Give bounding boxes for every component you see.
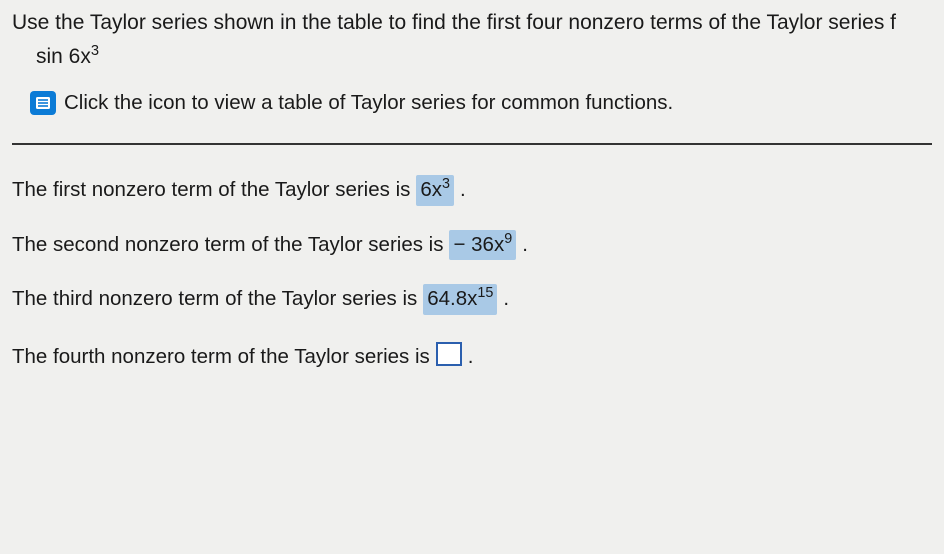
table-link-row: Click the icon to view a table of Taylor… [12, 91, 932, 115]
answer-2-value: − 36x9 [449, 230, 516, 261]
answer-line-3: The third nonzero term of the Taylor ser… [12, 284, 932, 315]
table-link-text[interactable]: Click the icon to view a table of Taylor… [64, 91, 673, 115]
period-4: . [468, 343, 474, 372]
expr-exponent: 3 [91, 43, 99, 59]
answer-3-base: 64.8x [427, 287, 477, 310]
expr-prefix: sin 6x [36, 45, 91, 68]
answer-4-input[interactable] [436, 342, 462, 366]
answer-1-value: 6x3 [416, 175, 454, 206]
expression: sin 6x3 [12, 42, 932, 72]
answer-2-base: 36x [471, 233, 504, 256]
answer-line-1: The first nonzero term of the Taylor ser… [12, 175, 932, 206]
instruction-text: Use the Taylor series shown in the table… [12, 8, 932, 73]
answer-2-prefix: The second nonzero term of the Taylor se… [12, 231, 443, 260]
answer-1-exp: 3 [442, 176, 450, 192]
period-3: . [503, 285, 509, 314]
problem-container: Use the Taylor series shown in the table… [0, 0, 944, 404]
separator [12, 143, 932, 145]
answer-line-4: The fourth nonzero term of the Taylor se… [12, 339, 932, 372]
answer-3-prefix: The third nonzero term of the Taylor ser… [12, 285, 417, 314]
instruction-line: Use the Taylor series shown in the table… [12, 11, 896, 34]
answer-2-exp: 9 [504, 231, 512, 247]
period-1: . [460, 176, 466, 205]
table-icon[interactable] [30, 91, 56, 115]
answer-3-exp: 15 [477, 285, 493, 301]
answer-1-base: 6x [420, 178, 442, 201]
answer-2-sign: − [453, 233, 471, 256]
answer-4-prefix: The fourth nonzero term of the Taylor se… [12, 343, 430, 372]
answer-line-2: The second nonzero term of the Taylor se… [12, 230, 932, 261]
answer-1-prefix: The first nonzero term of the Taylor ser… [12, 176, 410, 205]
answer-3-value: 64.8x15 [423, 284, 497, 315]
period-2: . [522, 231, 528, 260]
